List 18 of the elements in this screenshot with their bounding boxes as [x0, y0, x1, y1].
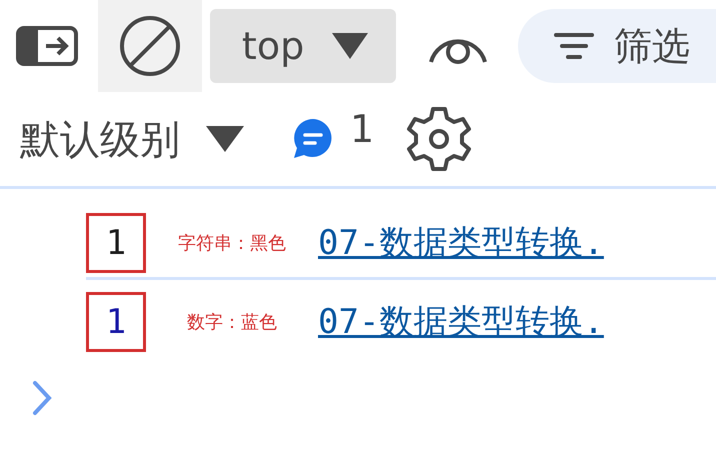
- prompt-chevron-icon: [32, 380, 52, 416]
- log-levels-dropdown[interactable]: 默认级别: [20, 112, 244, 166]
- settings-icon[interactable]: [406, 106, 472, 172]
- filter-field[interactable]: 筛选: [518, 9, 716, 83]
- log-value: 1: [86, 292, 146, 352]
- clear-console-icon[interactable]: [119, 15, 181, 77]
- context-dropdown[interactable]: top: [210, 9, 396, 83]
- log-value: 1: [86, 213, 146, 273]
- source-link[interactable]: 07-数据类型转换.: [318, 299, 604, 345]
- annotation-label: 字符串：黑色: [177, 232, 287, 255]
- sidebar-toggle-icon[interactable]: [16, 26, 78, 66]
- annotation-label: 数字：蓝色: [186, 311, 278, 334]
- caret-icon: [206, 126, 244, 152]
- message-icon[interactable]: [292, 118, 334, 160]
- filter-icon: [554, 32, 594, 60]
- message-count: 1: [350, 107, 374, 151]
- caret-icon: [332, 33, 368, 59]
- source-link[interactable]: 07-数据类型转换.: [318, 220, 604, 266]
